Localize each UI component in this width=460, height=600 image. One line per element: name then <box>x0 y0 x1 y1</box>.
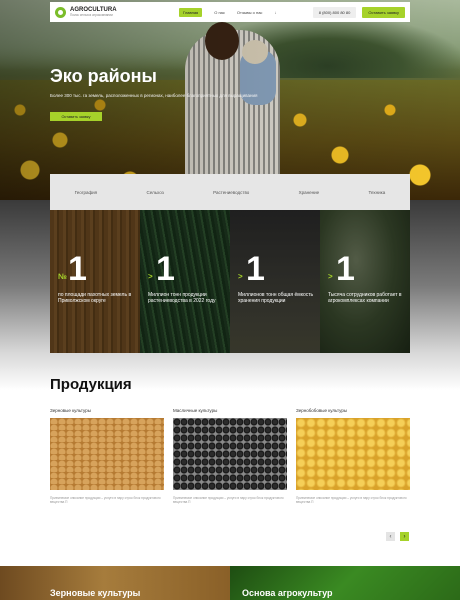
stat-prefix: > <box>238 272 243 281</box>
product-card[interactable]: Зернобобовые культуры Приемлемое описани… <box>296 408 410 504</box>
carousel-controls: ‹ › <box>386 532 409 541</box>
banner-agro[interactable]: Основа агрокультур <box>230 566 460 600</box>
stat-card: > 1 Миллион тонн продукции растениеводст… <box>140 210 230 353</box>
logo-subtitle: Поиск сельхоз агрокомпании <box>70 12 113 17</box>
tab-geography[interactable]: География <box>75 190 97 195</box>
product-image-sunflower-seeds[interactable] <box>173 418 287 490</box>
hero-shade <box>0 0 460 200</box>
product-image-grain[interactable] <box>50 418 164 490</box>
stat-card: № 1 по площади пахотных земель в Приволж… <box>50 210 140 353</box>
stat-card-overlay <box>50 210 140 353</box>
banner-grain[interactable]: Зерновые культуры <box>0 566 230 600</box>
hero-title: Эко районы <box>50 66 157 86</box>
header-request-button[interactable]: Оставить заявку <box>362 6 405 18</box>
stat-value: 1 <box>156 250 175 288</box>
phone-number[interactable]: 8 (800) 800 80 80 <box>312 6 357 18</box>
tab-agriculture[interactable]: Сельхоз <box>146 190 163 195</box>
hero-banner: AGROCULTURA Поиск сельхоз агрокомпании Г… <box>0 0 460 200</box>
product-description: Приемлемое описание продукции – услуги в… <box>296 496 407 505</box>
stat-prefix: > <box>148 272 153 281</box>
stats-cards: № 1 по площади пахотных земель в Приволж… <box>50 210 410 353</box>
stat-description: по площади пахотных земель в Приволжском… <box>58 292 132 304</box>
stat-description: Тысяча сотрудников работает в агрокомпле… <box>328 292 402 304</box>
nav-more-icon[interactable]: ↓ <box>274 10 276 15</box>
stat-card-overlay <box>230 210 320 353</box>
category-tabs: География Сельхоз Растениеводство Хранен… <box>50 174 410 210</box>
hero-subtitle: Более 300 тыс. га земель, расположенных … <box>50 93 258 98</box>
product-description: Приемлемое описание продукции – услуги в… <box>50 496 161 505</box>
product-card[interactable]: Зерновые культуры Приемлемое описание пр… <box>50 408 164 504</box>
stat-card: > 1 Миллионов тонн общая ёмкость хранени… <box>230 210 320 353</box>
chevron-right-icon[interactable]: › <box>400 532 409 541</box>
page: AGROCULTURA Поиск сельхоз агрокомпании Г… <box>0 0 460 600</box>
logo-title: AGROCULTURA <box>70 6 117 13</box>
stat-card-overlay <box>320 210 410 353</box>
stat-prefix: > <box>328 272 333 281</box>
banner-agro-title: Основа агрокультур <box>242 588 333 598</box>
product-description: Приемлемое описание продукции – услуги в… <box>173 496 284 505</box>
stat-value: 1 <box>336 250 355 288</box>
logo-text: AGROCULTURA Поиск сельхоз агрокомпании <box>70 7 117 17</box>
tab-crop-production[interactable]: Растениеводство <box>213 190 249 195</box>
stat-card: > 1 Тысяча сотрудников работает в агроко… <box>320 210 410 353</box>
nav-item-reviews[interactable]: Отзывы о нас <box>237 10 263 15</box>
top-navbar: AGROCULTURA Поиск сельхоз агрокомпании Г… <box>50 2 410 22</box>
product-name: Масличные культуры <box>173 408 218 413</box>
product-image-peas[interactable] <box>296 418 410 490</box>
logo[interactable]: AGROCULTURA Поиск сельхоз агрокомпании <box>55 6 175 18</box>
bottom-banners: Зерновые культуры Основа агрокультур <box>0 566 460 600</box>
stat-prefix: № <box>58 272 67 281</box>
hero-request-button[interactable]: Оставить заявку <box>50 112 102 121</box>
stat-value: 1 <box>246 250 265 288</box>
nav-item-home[interactable]: Главная <box>179 7 203 17</box>
stat-card-overlay <box>140 210 230 353</box>
tab-storage[interactable]: Хранение <box>299 190 320 195</box>
nav-item-about[interactable]: О нас <box>214 10 225 15</box>
stat-description: Миллион тонн продукции растениеводства в… <box>148 292 216 304</box>
product-name: Зерновые культуры <box>50 408 91 413</box>
stat-description: Миллионов тонн общая ёмкость хранения пр… <box>238 292 314 304</box>
tab-machinery[interactable]: Техника <box>369 190 386 195</box>
logo-icon <box>55 6 66 18</box>
chevron-left-icon[interactable]: ‹ <box>386 532 395 541</box>
stat-value: 1 <box>68 250 87 288</box>
product-name: Зернобобовые культуры <box>296 408 348 413</box>
products-title: Продукция <box>50 376 132 393</box>
product-card[interactable]: Масличные культуры Приемлемое описание п… <box>173 408 287 504</box>
banner-grain-title: Зерновые культуры <box>50 588 141 598</box>
main-nav: Главная О нас Отзывы о нас ↓ <box>179 7 276 17</box>
